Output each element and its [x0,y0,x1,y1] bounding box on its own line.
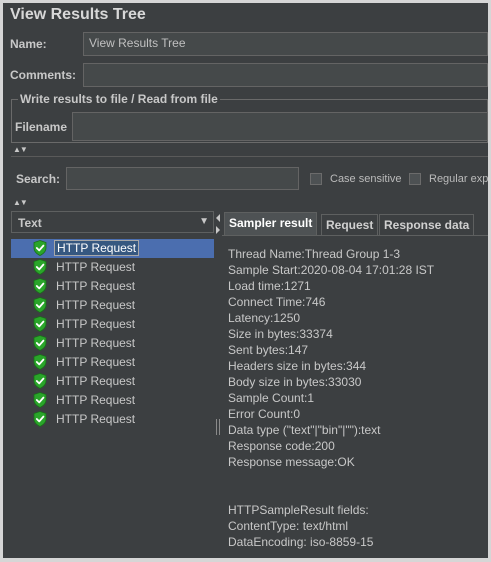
comments-field[interactable] [83,63,488,87]
sampler-result-line: Sample Start:2020-08-04 17:01:28 IST [228,263,435,277]
sampler-result-line: Headers size in bytes:344 [228,359,367,373]
sampler-result-line: DataEncoding: iso-8859-15 [228,535,374,549]
sampler-result-line: Response code:200 [228,439,335,453]
regular-exp-checkbox[interactable] [409,173,421,185]
sampler-result-line: Body size in bytes:33030 [228,375,362,389]
tree-item-http-request[interactable]: HTTP Request [11,334,214,353]
name-field[interactable]: View Results Tree [83,32,488,56]
tree-item-http-request[interactable]: HTTP Request [11,353,214,372]
regular-exp-label: Regular exp [429,173,488,185]
sampler-result-line: HTTPSampleResult fields: [228,503,369,517]
sampler-result-line: Error Count:0 [228,407,301,421]
tab-sampler-result[interactable]: Sampler result [224,212,318,235]
green-shield-check-icon [33,297,47,313]
green-shield-check-icon [33,411,47,427]
tree-item-http-request[interactable]: HTTP Request [11,239,214,258]
tree-item-http-request[interactable]: HTTP Request [11,315,214,334]
tree-item-http-request[interactable]: HTTP Request [11,372,214,391]
tree-item-label: HTTP Request [56,317,136,331]
sampler-result-line: Connect Time:746 [228,295,326,309]
split-right-arrow-icon [216,226,220,234]
tree-item-label: HTTP Request [56,279,136,293]
tree-item-http-request[interactable]: HTTP Request [11,410,214,429]
name-label: Name: [10,37,47,51]
case-sensitive-checkbox[interactable] [310,173,322,185]
sampler-result-line: Size in bytes:33374 [228,327,333,341]
green-shield-check-icon [33,354,47,370]
tree-item-label: HTTP Request [56,355,136,369]
green-shield-check-icon [33,240,47,256]
tree-item-label: HTTP Request [56,374,136,388]
tree-item-http-request[interactable]: HTTP Request [11,258,214,277]
green-shield-check-icon [33,335,47,351]
tree-item-label: HTTP Request [56,298,136,312]
sampler-result-body: Thread Name:Thread Group 1-3 Sample Start… [222,235,488,558]
sampler-result-line: Response message:OK [228,455,355,469]
sampler-result-line: Thread Name:Thread Group 1-3 [228,247,401,261]
green-shield-check-icon [33,278,47,294]
green-shield-check-icon [33,316,47,332]
green-shield-check-icon [33,259,47,275]
split-left-arrow-icon [216,214,220,222]
results-tree: Text ▼ HTTP Request HTTP Request HTTP Requ… [11,211,214,558]
green-shield-check-icon [33,373,47,389]
filename-field[interactable] [72,112,488,141]
panel-title: View Results Tree [10,6,146,23]
filename-label: Filename [15,120,68,134]
file-group-legend: Write results to file / Read from file [18,92,220,106]
split-pane-divider[interactable] [214,211,222,558]
tree-header[interactable]: Text ▼ [11,211,214,233]
green-shield-check-icon [33,392,47,408]
search-label: Search: [16,172,61,186]
comments-label: Comments: [10,68,77,82]
tree-item-label: HTTP Request [56,260,136,274]
tree-item-label: HTTP Request [54,240,140,256]
sampler-result-line: Sent bytes:147 [228,343,309,357]
tree-header-label: Text [18,216,42,230]
tree-item-label: HTTP Request [56,412,136,426]
tree-item-label: HTTP Request [56,393,136,407]
collapse-expand-icon-2[interactable]: ▲▼ [13,198,28,207]
sampler-result-line: Sample Count:1 [228,391,315,405]
tree-item-http-request[interactable]: HTTP Request [11,391,214,410]
tree-item-label: HTTP Request [56,336,136,350]
sampler-result-line: ContentType: text/html [228,519,349,533]
sampler-result-line: Load time:1271 [228,279,311,293]
tab-response-data[interactable]: Response data [379,214,475,235]
collapse-expand-icon[interactable]: ▲▼ [13,145,28,154]
result-tabs: Sampler result Request Response data [222,211,488,237]
divider [11,156,488,157]
sampler-result-line: Data type ("text"|"bin"|""):text [228,423,381,437]
split-grip-icon [216,419,217,435]
tree-item-http-request[interactable]: HTTP Request [11,296,214,315]
tree-item-http-request[interactable]: HTTP Request [11,277,214,296]
search-input[interactable] [66,167,299,190]
case-sensitive-label: Case sensitive [330,173,402,185]
sampler-result-line: Latency:1250 [228,311,301,325]
tab-request[interactable]: Request [321,214,379,235]
view-results-tree-panel: View Results Tree Name: View Results Tre… [3,3,488,558]
dropdown-arrow-icon[interactable]: ▼ [199,216,209,227]
